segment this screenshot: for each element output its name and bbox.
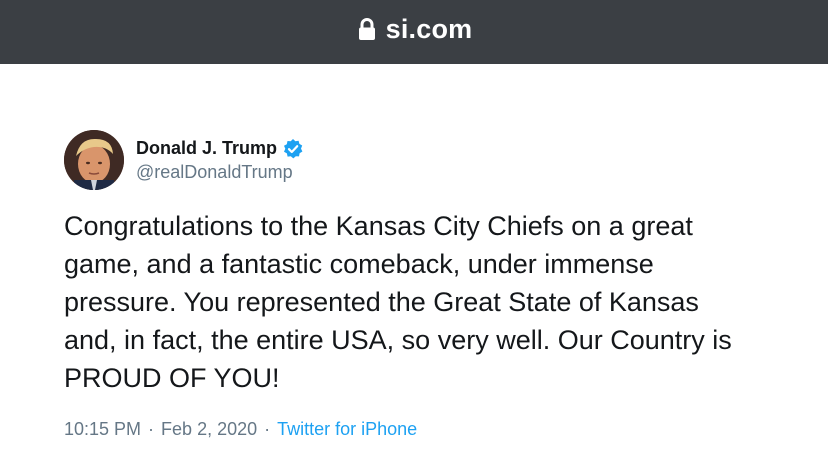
- author-names: Donald J. Trump @realDonaldTrump: [136, 138, 304, 183]
- display-name[interactable]: Donald J. Trump: [136, 138, 277, 159]
- tweet-metadata: 10:15 PM · Feb 2, 2020 · Twitter for iPh…: [64, 419, 784, 440]
- browser-url-bar[interactable]: si.com: [0, 0, 828, 64]
- avatar[interactable]: [64, 130, 124, 190]
- tweet-time[interactable]: 10:15 PM: [64, 419, 141, 440]
- meta-separator: ·: [148, 419, 155, 439]
- domain-text: si.com: [385, 13, 473, 44]
- embedded-tweet: Donald J. Trump @realDonaldTrump Congrat…: [64, 128, 784, 440]
- url-display[interactable]: si.com: [356, 14, 473, 45]
- display-name-row: Donald J. Trump: [136, 138, 304, 160]
- user-handle[interactable]: @realDonaldTrump: [136, 162, 304, 183]
- tweet-source-link[interactable]: Twitter for iPhone: [277, 419, 417, 440]
- tweet-author[interactable]: Donald J. Trump @realDonaldTrump: [64, 128, 784, 192]
- tweet-text: Congratulations to the Kansas City Chief…: [64, 211, 732, 393]
- tweet-date[interactable]: Feb 2, 2020: [161, 419, 257, 440]
- lock-icon: [356, 17, 378, 41]
- meta-separator-2: ·: [264, 419, 271, 439]
- verified-badge-icon: [282, 138, 304, 160]
